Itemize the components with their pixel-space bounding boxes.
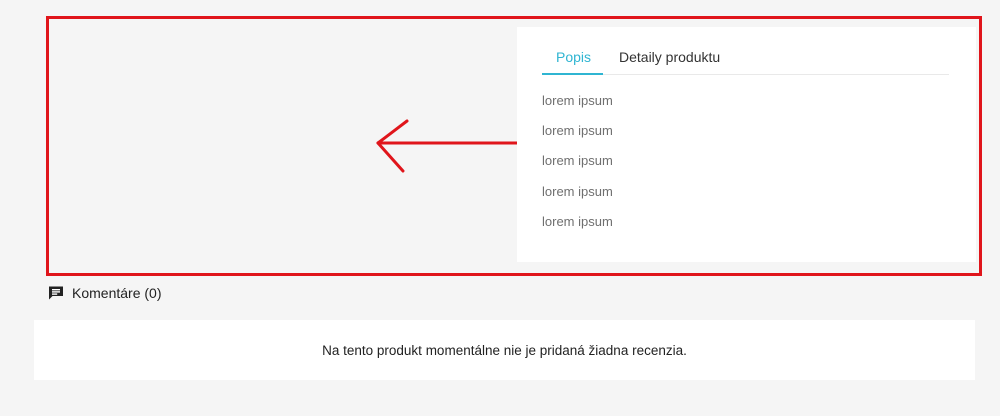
active-tab-indicator	[542, 73, 603, 75]
comments-heading-label: Komentáre (0)	[72, 285, 162, 301]
arrow-left-annotation	[376, 119, 531, 173]
description-line: lorem ipsum	[542, 184, 613, 199]
no-reviews-message: Na tento produkt momentálne nie je prida…	[322, 342, 687, 358]
description-line: lorem ipsum	[542, 93, 613, 108]
description-line: lorem ipsum	[542, 214, 613, 229]
reviews-empty-box: Na tento produkt momentálne nie je prida…	[34, 320, 975, 380]
tab-popis[interactable]: Popis	[556, 49, 591, 65]
tab-label: Popis	[556, 49, 592, 65]
description-line: lorem ipsum	[542, 123, 613, 138]
comments-heading: Komentáre (0)	[48, 283, 161, 303]
tab-label: Detaily produktu	[619, 49, 721, 65]
product-tabs-panel: Popis Detaily produktu lorem ipsum lorem…	[517, 27, 976, 262]
comment-icon	[49, 286, 63, 300]
tab-detaily-produktu[interactable]: Detaily produktu	[619, 49, 720, 65]
description-line: lorem ipsum	[542, 153, 613, 168]
tabs-header: Popis Detaily produktu	[542, 27, 949, 75]
